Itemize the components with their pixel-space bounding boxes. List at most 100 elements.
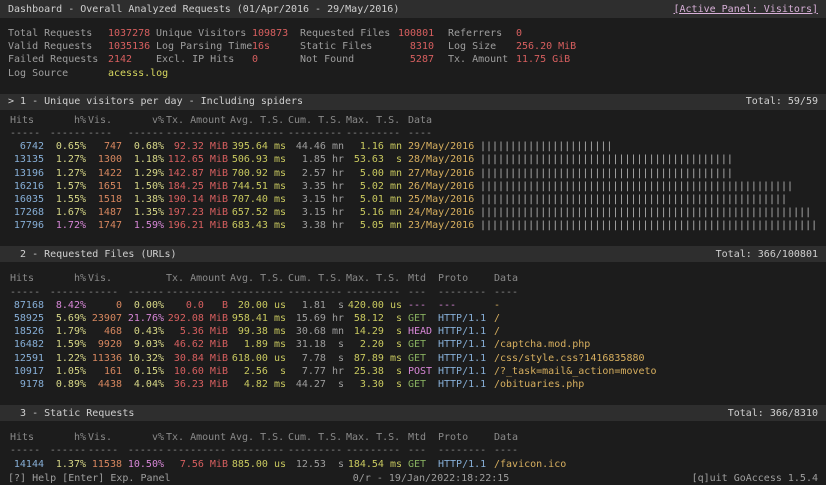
summary-value-c: 8310	[398, 40, 434, 53]
cell-cum-ts: 12.53 s	[286, 458, 344, 471]
panel-3-total: Total: 366/8310	[728, 408, 818, 419]
cell-bar-chart: ||||||||||||||||||||||||||||||||||||||||…	[474, 153, 818, 166]
table-row[interactable]: 16216 1.57% 1651 1.50% 184.25 MiB 744.51…	[0, 180, 826, 193]
summary-value-d: 256.20 MiB	[516, 40, 818, 53]
panel-2-rows: 87168 8.42% 0 0.00% 0.0 B 20.00 us 1.81 …	[0, 299, 826, 391]
cell-visitors: 11336	[86, 352, 122, 365]
cell-max-ts: 3.30 s	[344, 378, 402, 391]
table-row[interactable]: 12591 1.22% 11336 10.32% 30.84 MiB 618.0…	[0, 352, 826, 365]
table-row[interactable]: 13135 1.27% 1300 1.18% 112.65 MiB 506.93…	[0, 153, 826, 166]
cell-max-ts: 25.38 s	[344, 365, 402, 378]
table-row[interactable]: 17268 1.67% 1487 1.35% 197.23 MiB 657.52…	[0, 206, 826, 219]
col-method: Mtd	[408, 272, 438, 285]
panel-1-total: Total: 59/59	[746, 96, 818, 107]
cell-hits-percent: 1.79%	[44, 325, 86, 338]
cell-date: 29/May/2016	[402, 140, 474, 153]
table-row[interactable]: 18526 1.79% 468 0.43% 5.36 MiB 99.38 ms …	[0, 325, 826, 338]
cell-visitors-percent: 10.32%	[122, 352, 164, 365]
cell-hits: 9178	[8, 378, 44, 391]
table-row[interactable]: 16035 1.55% 1518 1.38% 190.14 MiB 707.40…	[0, 193, 826, 206]
cell-tx-amount: 92.32 MiB	[164, 140, 228, 153]
footer-shortcuts[interactable]: [?] Help [Enter] Exp. Panel	[8, 471, 171, 485]
cell-cum-ts: 7.78 s	[286, 352, 344, 365]
panel-1-header[interactable]: > 1 - Unique visitors per day - Includin…	[0, 94, 826, 110]
cell-avg-ts: 618.00 us	[228, 352, 286, 365]
cell-hits-percent: 1.72%	[44, 219, 86, 232]
summary-label-c: Requested Files	[300, 27, 398, 40]
cell-visitors-percent: 0.43%	[122, 325, 164, 338]
cell-visitors: 1747	[86, 219, 122, 232]
cell-cum-ts: 31.18 s	[286, 338, 344, 351]
cell-method: GET	[408, 312, 438, 325]
col-visitors-percent: v%	[122, 114, 164, 127]
cell-visitors: 1518	[86, 193, 122, 206]
cell-visitors: 161	[86, 365, 122, 378]
table-row[interactable]: 58925 5.69% 23907 21.76% 292.08 MiB 958.…	[0, 312, 826, 325]
col-visitors-percent	[122, 272, 164, 285]
cell-visitors: 23907	[86, 312, 122, 325]
cell-max-ts: 53.63 s	[344, 153, 402, 166]
panel-2-header[interactable]: 2 - Requested Files (URLs) Total: 366/10…	[0, 246, 826, 262]
panel-2-header-divider: ----- ------ ----- ------ ---------- ---…	[0, 286, 826, 299]
cell-avg-ts: 506.93 ms	[228, 153, 286, 166]
table-row[interactable]: 17796 1.72% 1747 1.59% 196.21 MiB 683.43…	[0, 219, 826, 232]
cell-cum-ts: 30.68 mn	[286, 325, 344, 338]
cell-protocol: HTTP/1.1	[438, 338, 490, 351]
summary-label-b: Excl. IP Hits	[156, 53, 252, 66]
summary-label-d	[448, 67, 510, 80]
col-visitors: Vis.	[86, 114, 122, 127]
cell-hits-percent: 1.59%	[44, 338, 86, 351]
col-max-ts: Max. T.S.	[344, 114, 402, 127]
summary-label-d: Tx. Amount	[448, 53, 510, 66]
cell-hits-percent: 1.27%	[44, 153, 86, 166]
cell-max-ts: 58.12 s	[344, 312, 402, 325]
panel-2-total: Total: 366/100801	[716, 249, 818, 260]
cell-hits: 58925	[8, 312, 44, 325]
cell-bar-chart: ||||||||||||||||||||||||||||||||||||||||…	[474, 167, 818, 180]
cell-hits: 17268	[8, 206, 44, 219]
panel-3-header[interactable]: 3 - Static Requests Total: 366/8310	[0, 405, 826, 421]
quit-shortcut[interactable]: [q]uit GoAccess 1.5.4	[692, 471, 818, 485]
cell-tx-amount: 30.84 MiB	[164, 352, 228, 365]
cell-avg-ts: 700.92 ms	[228, 167, 286, 180]
cell-hits: 87168	[8, 299, 44, 312]
cell-method: HEAD	[408, 325, 438, 338]
cell-max-ts: 5.01 mn	[344, 193, 402, 206]
cell-hits: 6742	[8, 140, 44, 153]
table-row[interactable]: 10917 1.05% 161 0.15% 10.60 MiB 2.56 s 7…	[0, 365, 826, 378]
cell-max-ts: 14.29 s	[344, 325, 402, 338]
cell-visitors: 0	[86, 299, 122, 312]
cell-visitors-percent: 1.35%	[122, 206, 164, 219]
table-row[interactable]: 6742 0.65% 747 0.68% 92.32 MiB 395.64 ms…	[0, 140, 826, 153]
summary-row: Failed Requests 2142 Excl. IP Hits 0 Not…	[0, 53, 826, 66]
overall-summary: Total Requests 1037278 Unique Visitors 1…	[0, 27, 826, 80]
col-tx-amount: Tx. Amount	[164, 431, 228, 444]
cell-hits: 13135	[8, 153, 44, 166]
cell-max-ts: 2.20 s	[344, 338, 402, 351]
cell-tx-amount: 112.65 MiB	[164, 153, 228, 166]
cell-tx-amount: 142.87 MiB	[164, 167, 228, 180]
table-row[interactable]: 16482 1.59% 9920 9.03% 46.62 MiB 1.89 ms…	[0, 338, 826, 351]
cell-visitors-percent: 1.18%	[122, 153, 164, 166]
col-hits-percent: h%	[44, 431, 86, 444]
col-cum-ts: Cum. T.S.	[286, 114, 344, 127]
cell-bar-chart: ||||||||||||||||||||||||||||||||||||||||…	[474, 219, 818, 232]
table-row[interactable]: 13196 1.27% 1422 1.29% 142.87 MiB 700.92…	[0, 167, 826, 180]
table-row[interactable]: 9178 0.89% 4438 4.04% 36.23 MiB 4.82 ms …	[0, 378, 826, 391]
cell-max-ts: 5.05 mn	[344, 219, 402, 232]
cell-visitors: 1651	[86, 180, 122, 193]
table-row[interactable]: 87168 8.42% 0 0.00% 0.0 B 20.00 us 1.81 …	[0, 299, 826, 312]
cell-url: /favicon.ico	[494, 458, 818, 471]
table-row[interactable]: 14144 1.37% 11538 10.50% 7.56 MiB 885.00…	[0, 458, 826, 471]
cell-bar-chart: ||||||||||||||||||||||||||||||||||||||||…	[474, 206, 818, 219]
summary-value-b: 0	[252, 53, 300, 66]
cell-tx-amount: 5.36 MiB	[164, 325, 228, 338]
cell-hits: 16482	[8, 338, 44, 351]
cell-visitors: 1422	[86, 167, 122, 180]
cell-protocol: HTTP/1.1	[438, 365, 490, 378]
cell-visitors: 1300	[86, 153, 122, 166]
summary-value-a: 2142	[108, 53, 156, 66]
cell-cum-ts: 1.81 s	[286, 299, 344, 312]
cell-tx-amount: 190.14 MiB	[164, 193, 228, 206]
col-data: Data	[402, 114, 474, 127]
